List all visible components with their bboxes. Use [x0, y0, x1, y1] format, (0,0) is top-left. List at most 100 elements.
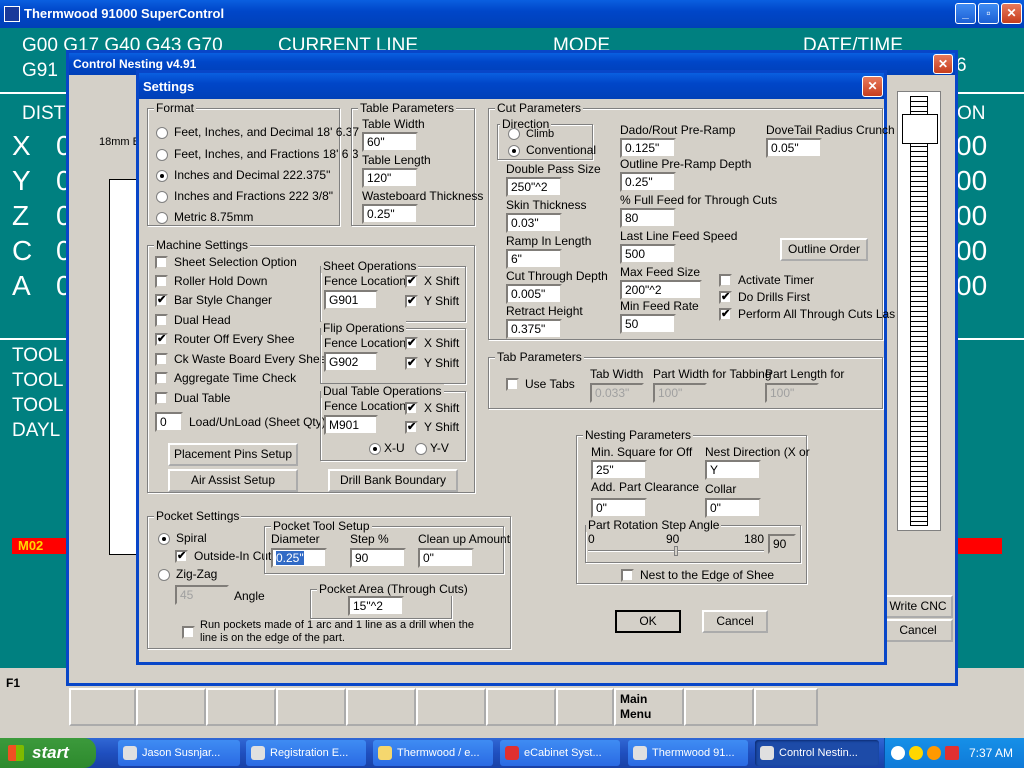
cut-depth-field[interactable]: 0.005": [506, 284, 562, 304]
checkbox-icon[interactable]: [182, 626, 195, 640]
fkey-button[interactable]: [136, 688, 206, 726]
radio-icon[interactable]: [156, 169, 168, 182]
checkbox-icon[interactable]: [155, 314, 168, 328]
fkey-button[interactable]: [684, 688, 754, 726]
max-feed-field[interactable]: 200"^2: [620, 280, 702, 300]
checkmark-icon[interactable]: ✔: [405, 402, 418, 416]
taskbar-item[interactable]: Jason Susnjar...: [118, 740, 240, 766]
radio-icon[interactable]: [508, 144, 520, 157]
spiral-radio[interactable]: Spiral: [158, 531, 207, 545]
fkey-button[interactable]: [276, 688, 346, 726]
checkbox-icon[interactable]: [155, 392, 168, 406]
air-assist-button[interactable]: Air Assist Setup: [168, 469, 298, 492]
min-square-field[interactable]: 25": [591, 460, 647, 480]
checkbox-icon[interactable]: [506, 378, 519, 392]
tray-icon[interactable]: [927, 746, 941, 760]
maximize-button[interactable]: ▫: [978, 3, 999, 24]
sheet-selection-checkbox[interactable]: Sheet Selection Option: [155, 255, 297, 270]
perform-cuts-checkbox[interactable]: ✔ Perform All Through Cuts Las: [719, 307, 895, 322]
retract-field[interactable]: 0.375": [506, 319, 562, 339]
dado-field[interactable]: 0.125": [620, 138, 676, 158]
use-tabs-checkbox[interactable]: Use Tabs: [506, 377, 575, 392]
part-length-field[interactable]: 100": [765, 383, 819, 403]
dual-yshift-checkbox[interactable]: ✔ Y Shift: [405, 420, 459, 435]
outside-in-checkbox[interactable]: ✔ Outside-In Cut: [175, 549, 271, 564]
taskbar-item-active[interactable]: Control Nestin...: [755, 740, 879, 766]
wasteboard-field[interactable]: 0.25": [362, 204, 418, 224]
dovetail-field[interactable]: 0.05": [766, 138, 822, 158]
part-width-field[interactable]: 100": [653, 383, 707, 403]
format-option[interactable]: Inches and Fractions 222 3/8": [156, 189, 333, 203]
tray-icon[interactable]: [945, 746, 959, 760]
outline-order-button[interactable]: Outline Order: [780, 238, 868, 261]
diameter-field[interactable]: 0.25": [271, 548, 327, 568]
angle-field[interactable]: 45: [175, 585, 229, 605]
cancel-button[interactable]: Cancel: [702, 610, 768, 633]
fkey-button[interactable]: [486, 688, 556, 726]
minimize-button[interactable]: _: [955, 3, 976, 24]
checkbox-icon[interactable]: [155, 353, 168, 367]
skin-field[interactable]: 0.03": [506, 213, 562, 233]
taskbar-item[interactable]: Thermwood / e...: [373, 740, 493, 766]
checkmark-icon[interactable]: ✔: [155, 333, 168, 347]
pocket-area-field[interactable]: 15"^2: [348, 596, 404, 616]
min-feed-field[interactable]: 50: [620, 314, 676, 334]
flip-yshift-checkbox[interactable]: ✔ Y Shift: [405, 356, 459, 371]
fkey-button[interactable]: [754, 688, 818, 726]
checkmark-icon[interactable]: ✔: [405, 337, 418, 351]
radio-icon[interactable]: [158, 532, 170, 545]
fkey-button[interactable]: [416, 688, 486, 726]
tab-width-field[interactable]: 0.033": [590, 383, 644, 403]
flip-xshift-checkbox[interactable]: ✔ X Shift: [405, 336, 459, 351]
checkmark-icon[interactable]: ✔: [405, 275, 418, 289]
settings-close-button[interactable]: ✕: [862, 76, 883, 97]
tray-icon[interactable]: [891, 746, 905, 760]
taskbar-item[interactable]: eCabinet Syst...: [500, 740, 620, 766]
radio-icon[interactable]: [369, 442, 381, 455]
table-length-field[interactable]: 120": [362, 168, 418, 188]
checkbox-icon[interactable]: [621, 569, 634, 583]
outline-ramp-field[interactable]: 0.25": [620, 172, 676, 192]
placement-pins-button[interactable]: Placement Pins Setup: [168, 443, 298, 466]
fkey-button[interactable]: [69, 688, 136, 726]
format-option[interactable]: Metric 8.75mm: [156, 210, 253, 224]
clean-up-field[interactable]: 0": [418, 548, 474, 568]
radio-icon[interactable]: [156, 190, 168, 203]
main-menu-button[interactable]: Main Menu: [614, 688, 684, 726]
checkbox-icon[interactable]: [155, 372, 168, 386]
sheet-yshift-checkbox[interactable]: ✔ Y Shift: [405, 294, 459, 309]
fkey-button[interactable]: [346, 688, 416, 726]
do-drills-checkbox[interactable]: ✔ Do Drills First: [719, 290, 810, 305]
checkmark-icon[interactable]: ✔: [719, 291, 732, 305]
ramp-field[interactable]: 6": [506, 249, 562, 269]
dual-xshift-checkbox[interactable]: ✔ X Shift: [405, 401, 459, 416]
nest-direction-field[interactable]: Y: [705, 460, 761, 480]
checkmark-icon[interactable]: ✔: [155, 294, 168, 308]
format-option[interactable]: Inches and Decimal 222.375": [156, 168, 330, 182]
run-pockets-checkbox[interactable]: [182, 625, 201, 640]
double-pass-field[interactable]: 250"^2: [506, 177, 562, 197]
ruler-handle[interactable]: [902, 114, 938, 144]
xu-radio[interactable]: X-U: [369, 441, 405, 455]
sheet-fence-field[interactable]: G901: [324, 290, 378, 310]
radio-icon[interactable]: [156, 211, 168, 224]
checkbox-icon[interactable]: [155, 256, 168, 270]
yv-radio[interactable]: Y-V: [415, 441, 449, 455]
ok-button[interactable]: OK: [615, 610, 681, 633]
checkmark-icon[interactable]: ✔: [719, 308, 732, 322]
collar-field[interactable]: 0": [705, 498, 761, 518]
roller-hold-checkbox[interactable]: Roller Hold Down: [155, 274, 267, 289]
table-width-field[interactable]: 60": [362, 132, 418, 152]
zigzag-radio[interactable]: Zig-Zag: [158, 567, 217, 581]
radio-icon[interactable]: [158, 568, 170, 581]
format-option[interactable]: Feet, Inches, and Decimal 18' 6.37: [156, 125, 359, 139]
tray-icon[interactable]: [909, 746, 923, 760]
full-feed-field[interactable]: 80: [620, 208, 676, 228]
bar-style-checkbox[interactable]: ✔ Bar Style Changer: [155, 293, 272, 308]
rotation-value-field[interactable]: 90: [768, 534, 796, 554]
radio-icon[interactable]: [156, 148, 168, 161]
radio-icon[interactable]: [156, 126, 168, 139]
dual-head-checkbox[interactable]: Dual Head: [155, 313, 231, 328]
activate-timer-checkbox[interactable]: Activate Timer: [719, 273, 814, 288]
conventional-radio[interactable]: Conventional: [508, 143, 596, 157]
